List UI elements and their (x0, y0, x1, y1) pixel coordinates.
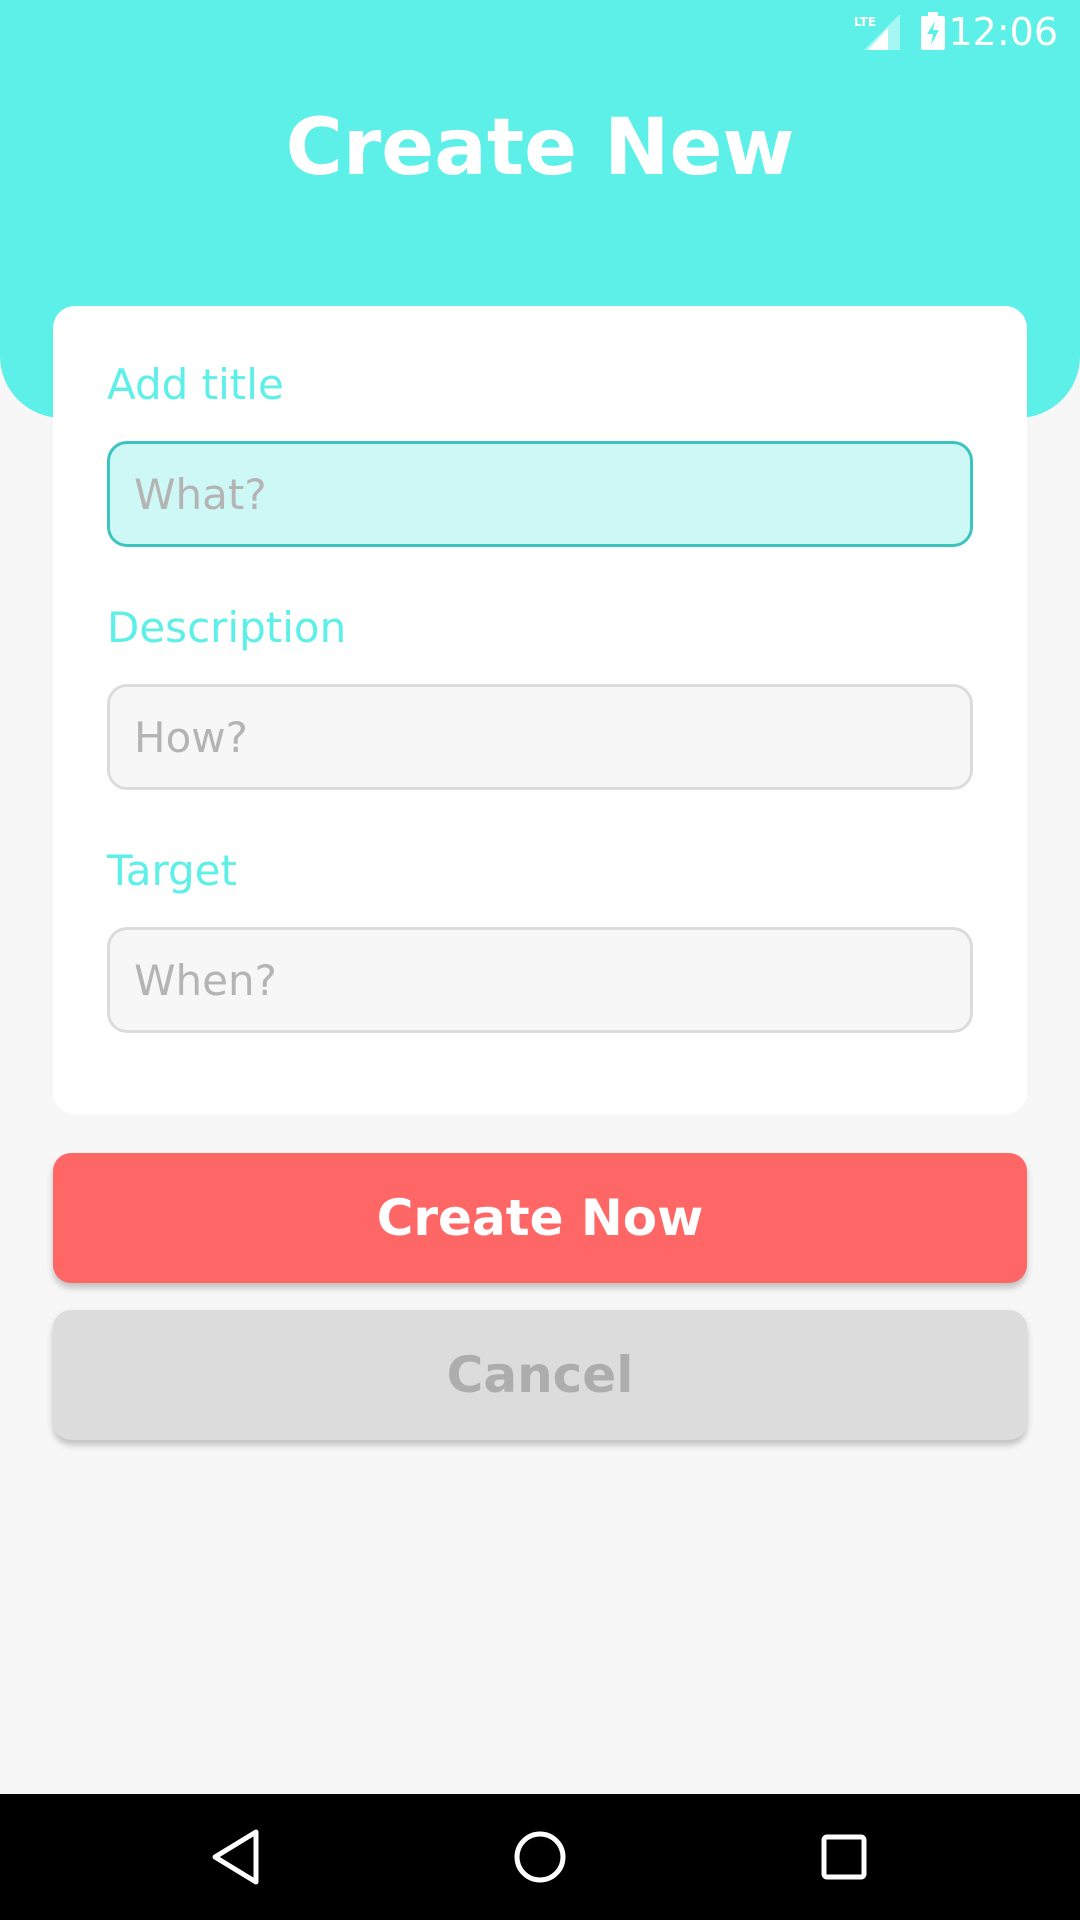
title-input[interactable] (107, 441, 973, 547)
create-new-screen: LTE 12:06 Create New Add title Descripti… (0, 0, 1080, 1920)
battery-charging-icon (921, 12, 945, 50)
create-now-button[interactable]: Create Now (53, 1153, 1027, 1283)
network-type-label: LTE (854, 15, 876, 29)
recents-square-icon[interactable] (809, 1822, 879, 1892)
cancel-button[interactable]: Cancel (53, 1310, 1027, 1440)
description-field-label: Description (107, 603, 347, 652)
form-card: Add title Description Target (53, 306, 1027, 1114)
home-circle-icon[interactable] (505, 1822, 575, 1892)
target-input[interactable] (107, 927, 973, 1033)
target-field-label: Target (107, 846, 237, 895)
status-clock: 12:06 (948, 10, 1058, 54)
lte-signal-icon: LTE (854, 14, 900, 50)
title-field-label: Add title (107, 360, 284, 409)
page-title: Create New (285, 103, 795, 193)
navigation-bar (0, 1794, 1080, 1920)
description-input[interactable] (107, 684, 973, 790)
back-triangle-icon[interactable] (201, 1822, 271, 1892)
status-bar: LTE 12:06 (0, 0, 1080, 64)
